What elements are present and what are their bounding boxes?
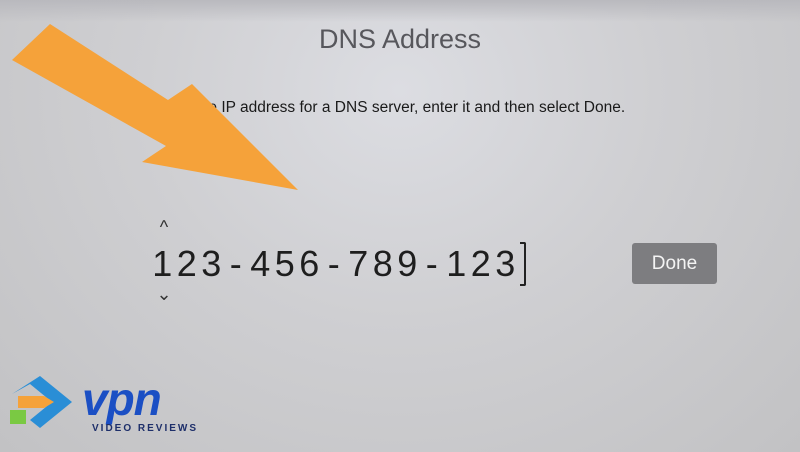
logo-tagline: VIDEO REVIEWS: [92, 423, 199, 434]
logo-box-icon: [10, 410, 26, 424]
logo-wordmark: vpn: [82, 373, 162, 425]
arrow-shape: [12, 24, 298, 190]
